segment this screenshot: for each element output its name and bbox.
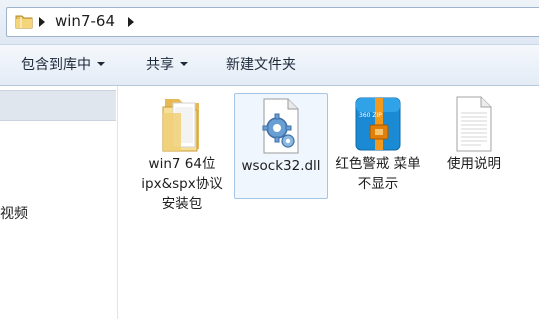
new-folder-label: 新建文件夹 xyxy=(226,57,296,73)
new-folder-button[interactable]: 新建文件夹 xyxy=(226,56,296,74)
file-item[interactable]: wsock32.dll xyxy=(234,93,328,199)
chevron-right-icon[interactable] xyxy=(128,17,134,27)
chevron-down-icon xyxy=(97,62,105,66)
include-in-library-button[interactable]: 包含到库中 xyxy=(21,56,105,74)
text-document-icon xyxy=(456,96,492,152)
archive-icon-text: 360 ZIP xyxy=(359,112,382,119)
chevron-right-icon[interactable] xyxy=(39,17,45,27)
nav-selected-highlight[interactable] xyxy=(0,90,116,121)
file-item[interactable]: 使用说明 xyxy=(428,92,520,182)
address-bar: win7-64 xyxy=(0,0,539,44)
include-in-library-label: 包含到库中 xyxy=(21,57,91,73)
file-item[interactable]: 360 ZIP 红色警戒 菜单不显示 xyxy=(332,92,424,202)
folder-icon xyxy=(162,99,199,152)
file-name: 使用说明 xyxy=(447,156,501,172)
share-button[interactable]: 共享 xyxy=(146,56,188,74)
share-label: 共享 xyxy=(146,57,174,73)
command-bar: 包含到库中 共享 新建文件夹 xyxy=(0,44,539,86)
address-field[interactable]: win7-64 xyxy=(6,7,539,37)
folder-icon xyxy=(15,15,33,29)
breadcrumb-segment[interactable]: win7-64 xyxy=(55,12,115,31)
file-list: win7 64位ipx&spx协议安装包 wsock32.dll 360 ZIP… xyxy=(118,86,539,319)
zip-archive-icon: 360 ZIP xyxy=(355,97,401,151)
file-item[interactable]: win7 64位ipx&spx协议安装包 xyxy=(136,92,228,222)
file-name: 红色警戒 菜单不显示 xyxy=(335,156,421,192)
chevron-down-icon xyxy=(180,62,188,66)
file-name: wsock32.dll xyxy=(241,158,321,174)
file-name: win7 64位ipx&spx协议安装包 xyxy=(141,156,223,212)
nav-item[interactable]: 讯视频 xyxy=(0,205,28,223)
dll-settings-icon xyxy=(262,98,299,154)
